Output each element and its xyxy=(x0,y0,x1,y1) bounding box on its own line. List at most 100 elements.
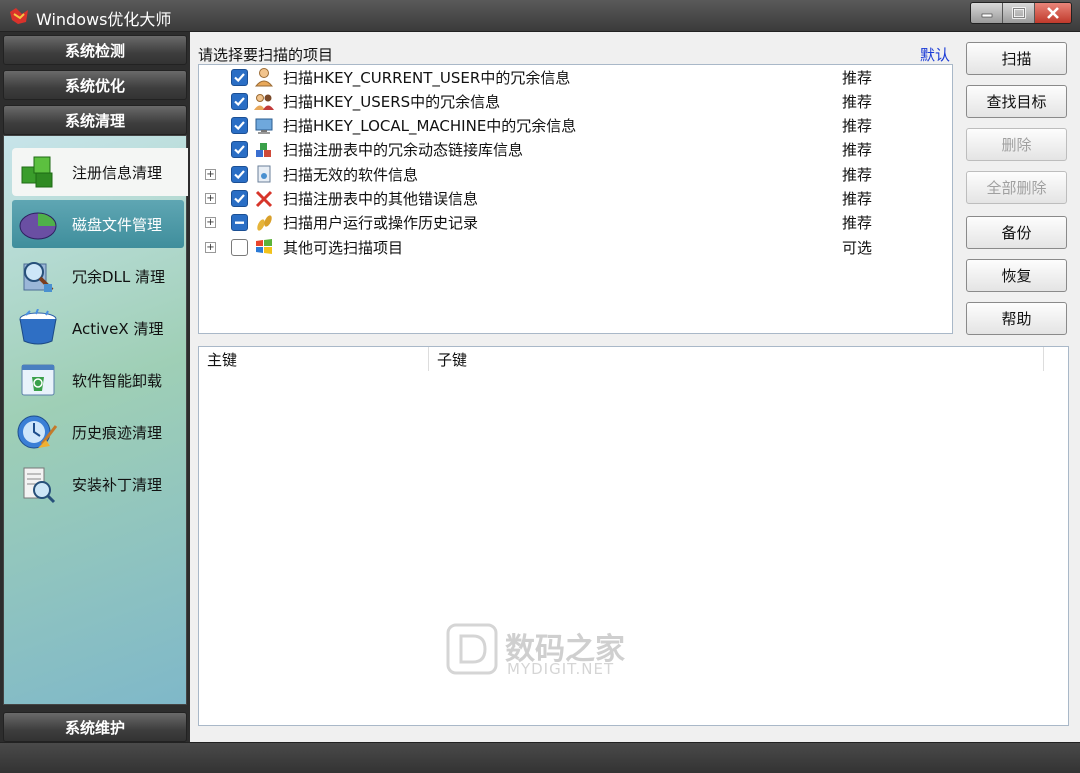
column-header-sub-key[interactable]: 子键 xyxy=(429,347,1044,371)
scan-item-status: 推荐 xyxy=(842,92,873,111)
sidebar: 系统检测 系统优化 系统清理 注册信息清理 磁盘文件管理 冗余DLL 清理 Ac… xyxy=(0,32,190,742)
user-icon xyxy=(254,67,274,87)
uninstall-recycle-icon xyxy=(16,360,60,400)
scan-item-row[interactable]: 扫描HKEY_USERS中的冗余信息 推荐 xyxy=(199,89,952,113)
nav-item-registry-clean[interactable]: 注册信息清理 xyxy=(12,148,188,196)
scan-item-checkbox[interactable] xyxy=(231,141,248,159)
scan-button[interactable]: 扫描 xyxy=(966,42,1067,75)
default-link[interactable]: 默认 xyxy=(920,44,950,65)
minimize-button[interactable] xyxy=(971,3,1003,23)
scan-item-checkbox[interactable] xyxy=(231,214,248,232)
footprints-icon xyxy=(254,213,274,233)
restore-button[interactable]: 恢复 xyxy=(966,259,1067,292)
window-title: Windows优化大师 xyxy=(36,10,172,29)
watermark: 数码之家 MYDIGIT.NET xyxy=(445,622,645,682)
status-bar xyxy=(0,742,1080,773)
nav-item-smart-uninstall[interactable]: 软件智能卸载 xyxy=(4,356,188,404)
checkmark-icon xyxy=(234,72,245,82)
disk-pie-icon xyxy=(16,204,60,244)
maximize-icon xyxy=(1011,7,1026,19)
scan-item-label: 扫描HKEY_USERS中的冗余信息 xyxy=(283,92,501,111)
main-panel: 请选择要扫描的项目 默认 扫描HKEY_CURRENT_USER中的冗余信息 推荐… xyxy=(190,32,1080,742)
scan-item-label: 扫描HKEY_LOCAL_MACHINE中的冗余信息 xyxy=(283,117,577,136)
expand-toggle[interactable]: + xyxy=(205,241,216,253)
category-system-maintain[interactable]: 系统维护 xyxy=(3,712,187,742)
watermark-logo-icon xyxy=(446,623,498,675)
scan-prompt: 请选择要扫描的项目 xyxy=(198,46,334,64)
nav-label: 历史痕迹清理 xyxy=(72,423,163,442)
close-button[interactable] xyxy=(1035,3,1071,23)
column-header-primary-key[interactable]: 主键 xyxy=(199,347,429,371)
category-system-detect[interactable]: 系统检测 xyxy=(3,35,187,65)
nav-label: 安装补丁清理 xyxy=(72,475,163,494)
window-controls xyxy=(970,2,1072,24)
nav-label: 软件智能卸载 xyxy=(72,371,163,390)
expand-toggle[interactable]: + xyxy=(205,168,216,180)
scan-item-row[interactable]: + 其他可选扫描项目 可选 xyxy=(199,235,952,259)
scan-item-row[interactable]: + 扫描无效的软件信息 推荐 xyxy=(199,162,952,186)
scan-item-checkbox[interactable] xyxy=(231,117,248,135)
scan-item-status: 推荐 xyxy=(842,141,873,160)
scan-item-row[interactable]: 扫描HKEY_CURRENT_USER中的冗余信息 推荐 xyxy=(199,65,952,89)
delete-button[interactable]: 删除 xyxy=(966,128,1067,161)
nav-label: 注册信息清理 xyxy=(72,163,163,182)
scan-item-checkbox[interactable] xyxy=(231,190,248,207)
backup-button[interactable]: 备份 xyxy=(966,216,1067,249)
scan-item-status: 推荐 xyxy=(842,214,873,233)
nav-item-redundant-dll[interactable]: 冗余DLL 清理 xyxy=(4,252,188,300)
checkmark-icon xyxy=(234,121,245,131)
scan-item-label: 扫描用户运行或操作历史记录 xyxy=(283,214,479,233)
nav-label: 磁盘文件管理 xyxy=(72,215,163,234)
scan-item-checkbox[interactable] xyxy=(231,92,248,110)
scan-item-checkbox[interactable] xyxy=(231,238,248,256)
dll-magnifier-icon xyxy=(16,256,60,296)
nav-item-patch-clean[interactable]: 安装补丁清理 xyxy=(4,460,188,508)
app-logo-icon xyxy=(10,8,28,24)
find-target-button[interactable]: 查找目标 xyxy=(966,85,1067,118)
help-button[interactable]: 帮助 xyxy=(966,302,1067,335)
category-system-clean[interactable]: 系统清理 xyxy=(3,105,187,135)
scan-item-checkbox[interactable] xyxy=(231,68,248,86)
nav-item-disk-files[interactable]: 磁盘文件管理 xyxy=(12,200,184,248)
delete-all-button[interactable]: 全部删除 xyxy=(966,171,1067,204)
nav-item-activex[interactable]: ActiveX 清理 xyxy=(4,304,188,352)
windows-flag-icon xyxy=(254,237,274,257)
checkmark-icon xyxy=(234,169,245,179)
scan-item-label: 扫描注册表中的冗余动态链接库信息 xyxy=(283,141,524,160)
checkmark-icon xyxy=(234,194,245,204)
nav-label: 冗余DLL 清理 xyxy=(72,267,166,286)
scan-item-row[interactable]: 扫描HKEY_LOCAL_MACHINE中的冗余信息 推荐 xyxy=(199,114,952,138)
dll-blocks-icon xyxy=(254,140,274,160)
users-icon xyxy=(254,91,274,111)
history-broom-icon xyxy=(16,412,60,452)
computer-icon xyxy=(254,116,274,136)
scan-item-row[interactable]: + 扫描用户运行或操作历史记录 推荐 xyxy=(199,211,952,235)
expand-toggle[interactable]: + xyxy=(205,193,216,204)
nav-item-history-clean[interactable]: 历史痕迹清理 xyxy=(4,408,188,456)
registry-cubes-icon xyxy=(16,152,60,192)
scan-item-status: 推荐 xyxy=(842,190,873,208)
scan-item-status: 推荐 xyxy=(842,165,873,184)
scan-item-row[interactable]: + 扫描注册表中的其他错误信息 推荐 xyxy=(199,187,952,211)
nav-label: ActiveX 清理 xyxy=(72,319,164,338)
scan-item-status: 推荐 xyxy=(842,68,873,87)
watermark-sub: MYDIGIT.NET xyxy=(507,660,615,678)
checkmark-icon xyxy=(234,97,245,106)
expand-toggle[interactable]: + xyxy=(205,217,216,229)
scan-item-label: 扫描注册表中的其他错误信息 xyxy=(283,190,479,208)
scan-item-label: 其他可选扫描项目 xyxy=(283,238,404,257)
activex-bucket-icon xyxy=(16,308,60,348)
scan-item-status: 推荐 xyxy=(842,117,873,136)
partial-check-icon xyxy=(235,221,244,225)
minimize-icon xyxy=(981,13,992,18)
title-bar: Windows优化大师 xyxy=(0,0,1080,32)
checkmark-icon xyxy=(234,145,245,155)
scan-item-status: 可选 xyxy=(842,238,873,257)
category-system-optimize[interactable]: 系统优化 xyxy=(3,70,187,100)
scan-item-row[interactable]: 扫描注册表中的冗余动态链接库信息 推荐 xyxy=(199,138,952,162)
scan-item-label: 扫描无效的软件信息 xyxy=(283,165,419,184)
maximize-button[interactable] xyxy=(1003,3,1035,23)
error-x-icon xyxy=(254,189,274,209)
patch-installer-icon xyxy=(16,464,60,504)
scan-item-checkbox[interactable] xyxy=(231,165,248,183)
